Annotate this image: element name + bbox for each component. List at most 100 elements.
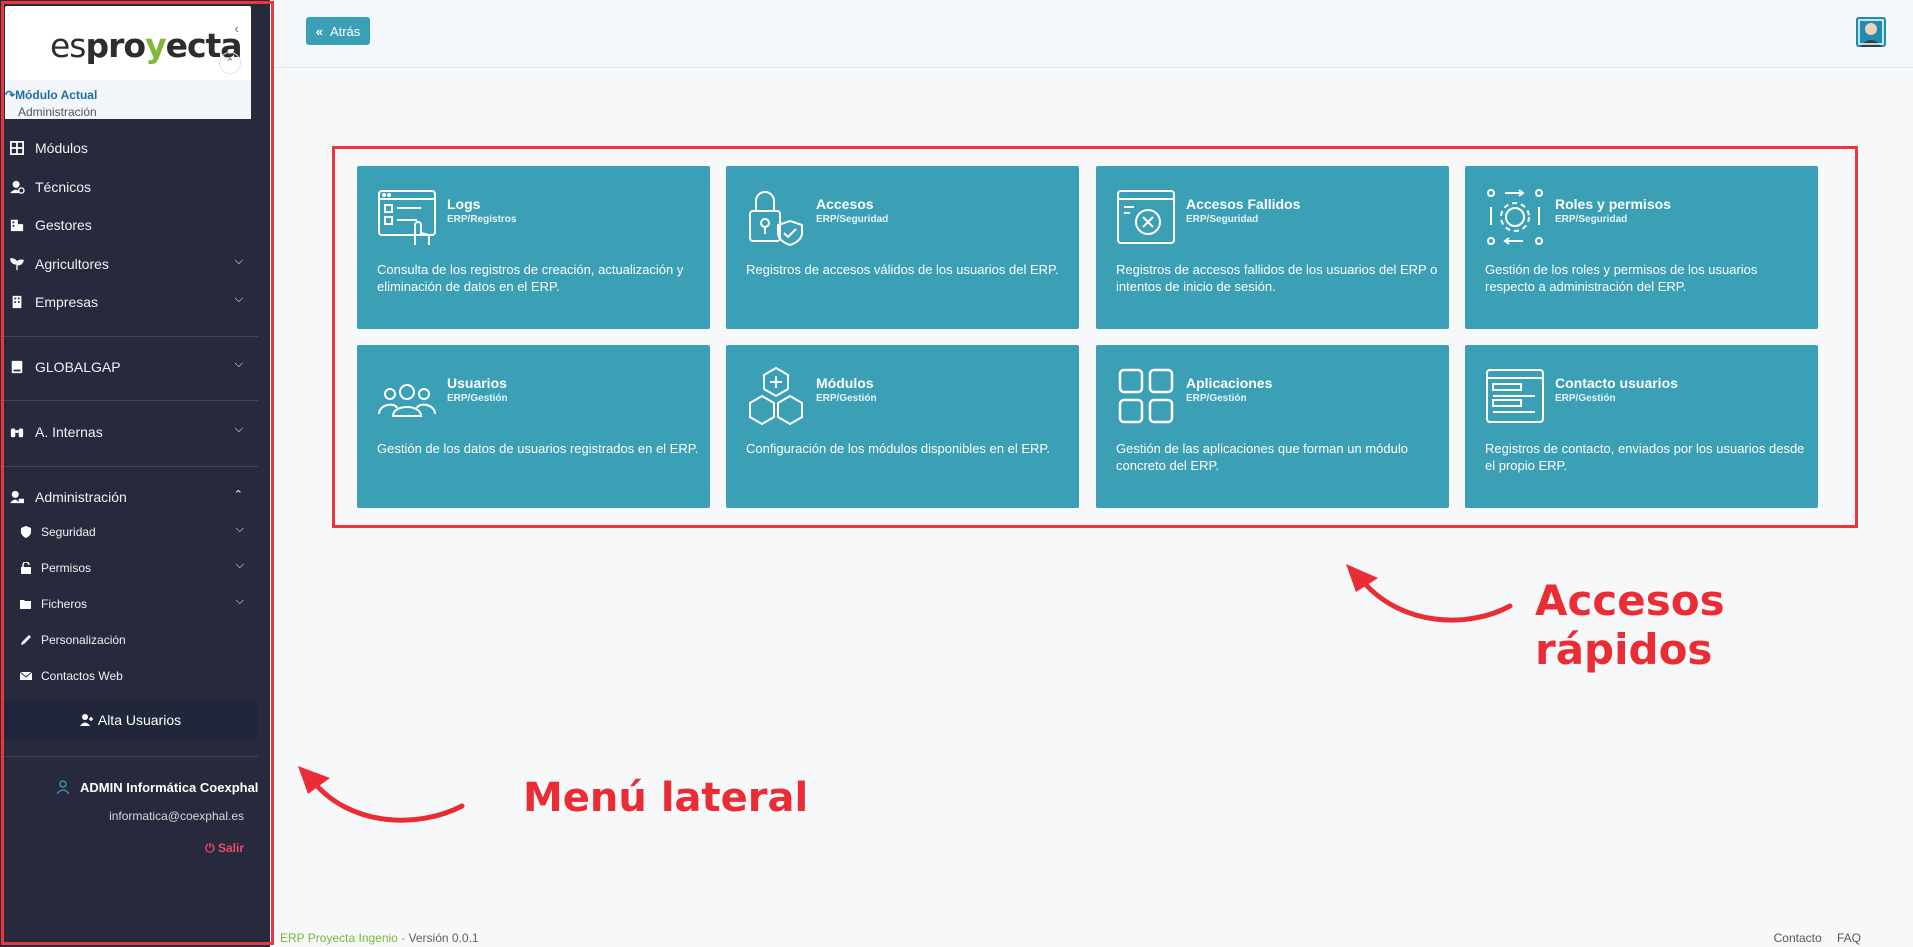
unlock-icon (21, 562, 31, 574)
sidebar-item-administracion[interactable]: Administración ⌃ (9, 485, 249, 509)
card-title: Contacto usuarios (1555, 375, 1678, 391)
card-title: Accesos Fallidos (1186, 196, 1301, 212)
sidebar-item-empresas[interactable]: Empresas ⌵ (9, 290, 249, 314)
submenu-item-label: Permisos (41, 561, 92, 575)
current-module-value: Administración (18, 105, 97, 119)
avatar-user-icon (1856, 17, 1886, 47)
logo-text-es: es (50, 26, 86, 65)
curved-arrow-icon (298, 766, 465, 823)
logout-button[interactable]: ⏻ Salir (205, 841, 244, 856)
logo-card: esproyecta ‹ ⌃ ↷Módulo Actual Administra… (5, 6, 251, 119)
card-contacto-usuarios[interactable]: Contacto usuarios ERP/Gestión Registros … (1465, 345, 1818, 508)
apps-icon (1118, 368, 1174, 424)
card-aplicaciones[interactable]: Aplicaciones ERP/Gestión Gestión de las … (1096, 345, 1449, 508)
footer-link-faq[interactable]: FAQ (1837, 931, 1861, 945)
footer-links[interactable]: Contacto FAQ (1774, 931, 1861, 945)
seedling-icon (10, 258, 24, 271)
card-path: ERP/Gestión (1186, 393, 1247, 404)
submenu-item-ficheros[interactable]: Ficheros ⌵ (20, 594, 250, 614)
user-lock-icon (10, 490, 24, 504)
card-accesos-fallidos[interactable]: Accesos Fallidos ERP/Seguridad Registros… (1096, 166, 1449, 329)
user-outline-icon (56, 780, 70, 794)
card-title: Roles y permisos (1555, 196, 1671, 212)
card-title: Logs (447, 196, 481, 212)
card-description: Gestión de los datos de usuarios registr… (377, 441, 699, 456)
card-description: Gestión de los roles y permisos de los u… (1485, 262, 1758, 294)
footer-link-contacto[interactable]: Contacto (1774, 931, 1822, 945)
sidebar: esproyecta ‹ ⌃ ↷Módulo Actual Administra… (0, 0, 270, 947)
sidebar-divider (0, 336, 258, 337)
user-cog-icon (10, 180, 25, 194)
book-icon (11, 360, 23, 374)
curved-arrow-icon (1346, 564, 1513, 623)
chevron-down-icon: ⌵ (234, 293, 243, 305)
submenu-item-label: Contactos Web (41, 669, 123, 683)
sidebar-item-label: GLOBALGAP (35, 359, 121, 375)
shield-icon (21, 526, 31, 538)
logo[interactable]: esproyecta (50, 26, 243, 65)
card-description: Registros de contacto, enviados por los … (1485, 441, 1805, 473)
share-arrow-icon: ↷ (5, 88, 16, 102)
sidebar-item-modulos[interactable]: Módulos (9, 136, 249, 160)
card-logs[interactable]: Logs ERP/Registros Consulta de los regis… (357, 166, 710, 329)
card-path: ERP/Registros (447, 214, 517, 225)
card-title: Aplicaciones (1186, 375, 1273, 391)
contact-icon (1486, 369, 1544, 423)
submenu-item-label: Seguridad (41, 525, 96, 539)
card-roles-permisos[interactable]: Roles y permisos ERP/Seguridad Gestión d… (1465, 166, 1818, 329)
sidebar-item-label: Agricultores (35, 256, 109, 272)
footer: ERP Proyecta Ingenio - Versión 0.0.1 Con… (274, 920, 1913, 947)
sidebar-item-gestores[interactable]: Gestores (9, 213, 249, 237)
card-description: Registros de accesos válidos de los usua… (746, 262, 1059, 277)
submenu-item-permisos[interactable]: Permisos ⌵ (20, 558, 250, 578)
logo-text-pro: pro (85, 26, 147, 65)
sidebar-item-globalgap[interactable]: GLOBALGAP ⌵ (9, 355, 249, 379)
collapse-sidebar-icon[interactable]: ‹ (234, 20, 239, 36)
users-icon (378, 384, 436, 417)
lock-shield-icon (749, 191, 803, 247)
card-title: Accesos (816, 196, 874, 212)
building-icon (10, 219, 24, 232)
back-label: Atrás (329, 23, 361, 39)
current-module-label: ↷Módulo Actual (5, 88, 98, 102)
failed-access-icon (1117, 190, 1175, 244)
alta-usuarios-button[interactable]: Alta Usuarios (3, 700, 258, 740)
submenu-item-contactos-web[interactable]: Contactos Web (20, 666, 250, 686)
chevron-down-icon: ⌵ (235, 559, 244, 571)
sidebar-item-agricultores[interactable]: Agricultores ⌵ (9, 252, 249, 276)
submenu-item-label: Personalización (41, 633, 126, 647)
sidebar-item-tecnicos[interactable]: Técnicos (9, 175, 249, 199)
grid-icon (10, 141, 24, 155)
card-path: ERP/Seguridad (1186, 214, 1259, 225)
sidebar-item-a-internas[interactable]: A. Internas ⌵ (9, 420, 249, 444)
footer-version: ERP Proyecta Ingenio - Versión 0.0.1 (280, 931, 479, 945)
card-description: Gestión de las aplicaciones que forman u… (1116, 441, 1408, 473)
folder-icon (20, 600, 31, 609)
office-icon (12, 295, 22, 309)
roles-icon (1487, 189, 1543, 245)
sidebar-item-label: Técnicos (35, 179, 92, 195)
sidebar-item-label: A. Internas (35, 424, 103, 440)
card-path: ERP/Gestión (816, 393, 877, 404)
card-path: ERP/Gestión (447, 393, 508, 404)
topbar (274, 0, 1913, 68)
submenu-item-personalizacion[interactable]: Personalización (20, 630, 250, 650)
chevron-up-icon[interactable]: ⌃ (219, 52, 241, 74)
logs-icon (378, 190, 436, 245)
power-icon: ⏻ (205, 841, 218, 855)
chevron-down-icon: ⌵ (234, 423, 243, 435)
card-accesos[interactable]: Accesos ERP/Seguridad Registros de acces… (726, 166, 1079, 329)
sidebar-item-label: Administración (35, 489, 127, 505)
card-path: ERP/Seguridad (816, 214, 889, 225)
chevron-down-icon: ⌵ (235, 595, 244, 607)
sidebar-item-label: Gestores (35, 217, 92, 233)
card-modulos[interactable]: Módulos ERP/Gestión Configuración de los… (726, 345, 1079, 508)
submenu-item-seguridad[interactable]: Seguridad ⌵ (20, 522, 250, 542)
alta-usuarios-label: Alta Usuarios (97, 712, 182, 728)
envelope-icon (20, 671, 32, 680)
logo-text-y: y (145, 26, 166, 65)
avatar[interactable] (1856, 17, 1886, 47)
back-button[interactable]: « Atrás (306, 17, 370, 45)
sidebar-item-label: Módulos (35, 140, 88, 156)
card-usuarios[interactable]: Usuarios ERP/Gestión Gestión de los dato… (357, 345, 710, 508)
